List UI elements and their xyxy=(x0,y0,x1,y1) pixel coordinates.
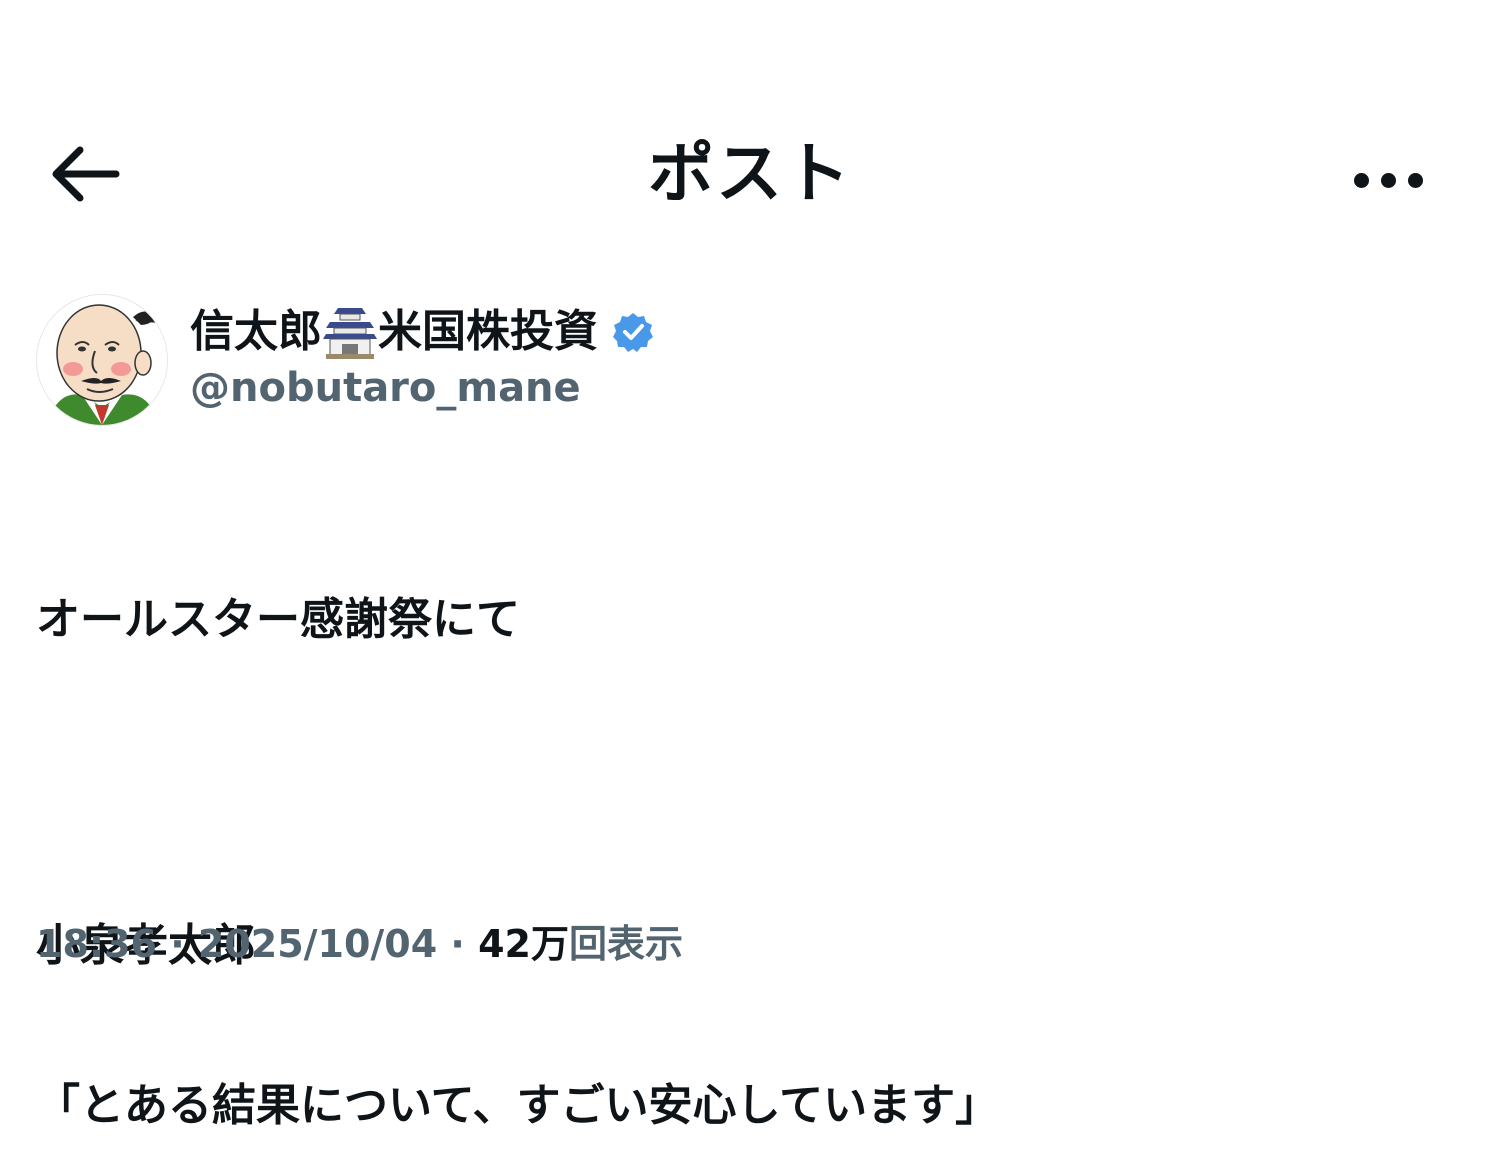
post-line: 「とある結果について、すごい安心しています」 xyxy=(36,1080,1000,1131)
castle-icon xyxy=(322,304,378,360)
post-time[interactable]: 18:36 xyxy=(36,922,157,966)
display-name-part2: 米国株投資 xyxy=(378,306,598,357)
author-row: 信太郎 米国株投資 @nobutaro_mane xyxy=(36,294,1456,434)
post-meta: 18:36 · 2025/10/04 · 42万回表示 xyxy=(36,916,683,972)
post-detail-page: ポスト 信太郎 米国株投資 @nobutaro_mane オールスター感謝祭にて… xyxy=(0,0,1500,1168)
views-count: 42万 xyxy=(478,922,569,966)
top-header: ポスト xyxy=(0,110,1500,230)
more-options-button[interactable] xyxy=(1340,132,1436,228)
post-line: オールスター感謝祭にて xyxy=(36,594,520,645)
display-name-part1: 信太郎 xyxy=(190,306,322,357)
avatar[interactable] xyxy=(36,294,168,426)
avatar-illustration xyxy=(37,295,167,425)
display-name-row[interactable]: 信太郎 米国株投資 xyxy=(190,302,654,362)
post-text: オールスター感謝祭にて 小泉孝太郎 「とある結果について、すごい安心しています」 xyxy=(36,500,1456,1168)
views-label: 回表示 xyxy=(568,922,683,966)
user-handle[interactable]: @nobutaro_mane xyxy=(190,362,581,414)
post-date[interactable]: 2025/10/04 xyxy=(198,922,437,966)
meta-separator: · xyxy=(156,922,198,966)
page-title: ポスト xyxy=(648,135,852,212)
more-horizontal-icon xyxy=(1348,172,1429,188)
post-line-blank xyxy=(36,740,1456,826)
meta-separator: · xyxy=(437,922,479,966)
verified-badge-icon[interactable] xyxy=(612,311,654,353)
